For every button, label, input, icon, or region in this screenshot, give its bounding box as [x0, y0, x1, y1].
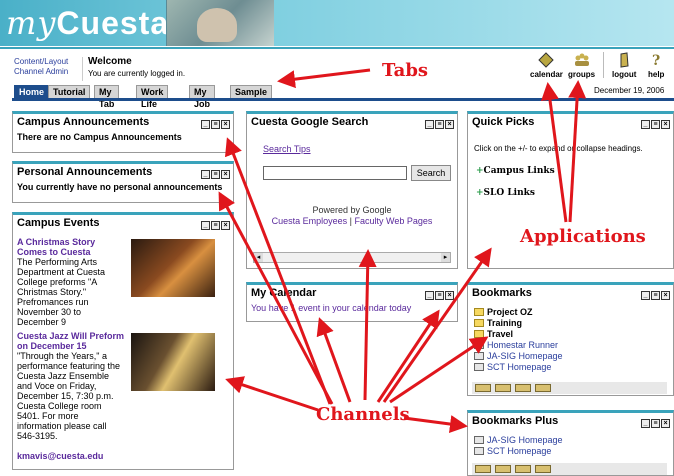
tabs-annotation: Tabs: [382, 60, 429, 81]
channels-annotation: Channels: [316, 404, 410, 425]
applications-annotation: Applications: [520, 226, 646, 247]
